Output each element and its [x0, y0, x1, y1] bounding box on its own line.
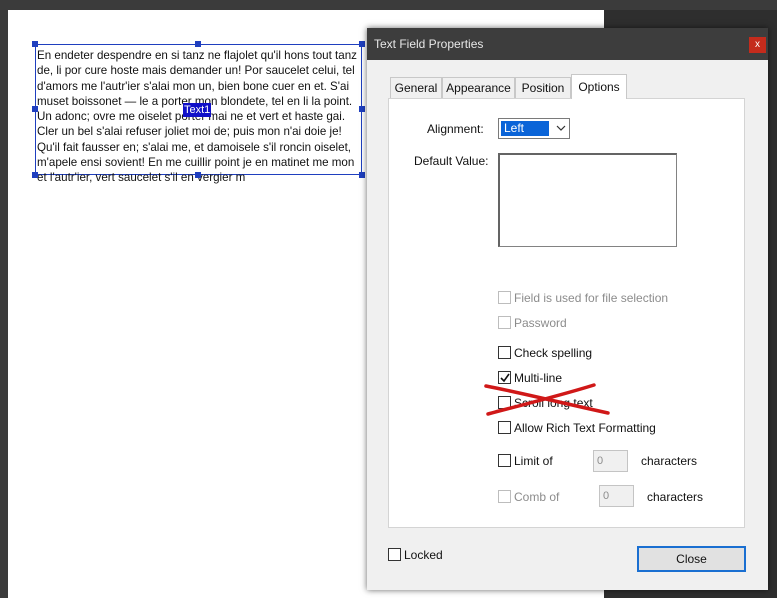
resize-handle-top-right[interactable]: [359, 41, 365, 47]
resize-handle-bottom[interactable]: [195, 172, 201, 178]
field-name-tag: Text1: [183, 103, 212, 117]
file-selection-checkbox[interactable]: [498, 291, 511, 304]
comb-of-input[interactable]: 0: [599, 485, 634, 507]
alignment-selected-value: Left: [500, 120, 550, 137]
limit-of-suffix: characters: [641, 454, 698, 468]
locked-label: Locked: [404, 548, 443, 562]
comb-of-suffix: characters: [647, 490, 704, 504]
file-selection-label: Field is used for file selection: [514, 291, 669, 305]
tab-general[interactable]: General: [390, 77, 442, 98]
locked-checkbox[interactable]: [388, 548, 401, 561]
close-icon[interactable]: x: [749, 37, 766, 53]
rich-text-checkbox[interactable]: [498, 421, 511, 434]
comb-of-checkbox[interactable]: [498, 490, 511, 503]
tab-appearance[interactable]: Appearance: [442, 77, 515, 98]
resize-handle-top[interactable]: [195, 41, 201, 47]
resize-handle-top-left[interactable]: [32, 41, 38, 47]
default-value-label: Default Value:: [414, 154, 489, 168]
close-button[interactable]: Close: [637, 546, 746, 572]
resize-handle-right[interactable]: [359, 106, 365, 112]
red-cross-mark: [484, 383, 610, 416]
password-label: Password: [514, 316, 567, 330]
limit-of-label: Limit of: [514, 454, 553, 468]
password-checkbox[interactable]: [498, 316, 511, 329]
tab-position[interactable]: Position: [515, 77, 571, 98]
text-field-properties-dialog: Text Field Properties x General Appearan…: [367, 28, 768, 590]
app-background: [0, 0, 777, 10]
check-spelling-label: Check spelling: [514, 346, 593, 360]
dialog-titlebar[interactable]: Text Field Properties x: [367, 28, 768, 60]
alignment-label: Alignment:: [427, 122, 484, 136]
chevron-down-icon: [556, 125, 566, 131]
tab-options[interactable]: Options: [571, 74, 627, 99]
alignment-select[interactable]: Left: [498, 118, 570, 139]
dialog-title: Text Field Properties: [374, 37, 484, 51]
resize-handle-bottom-right[interactable]: [359, 172, 365, 178]
check-spelling-checkbox[interactable]: [498, 346, 511, 359]
limit-of-checkbox[interactable]: [498, 454, 511, 467]
resize-handle-left[interactable]: [32, 106, 38, 112]
rich-text-label: Allow Rich Text Formatting: [514, 421, 656, 435]
limit-of-input[interactable]: 0: [593, 450, 628, 472]
comb-of-label: Comb of: [514, 490, 560, 504]
default-value-textarea[interactable]: [498, 153, 677, 247]
checkmark-icon: [500, 373, 510, 383]
resize-handle-bottom-left[interactable]: [32, 172, 38, 178]
